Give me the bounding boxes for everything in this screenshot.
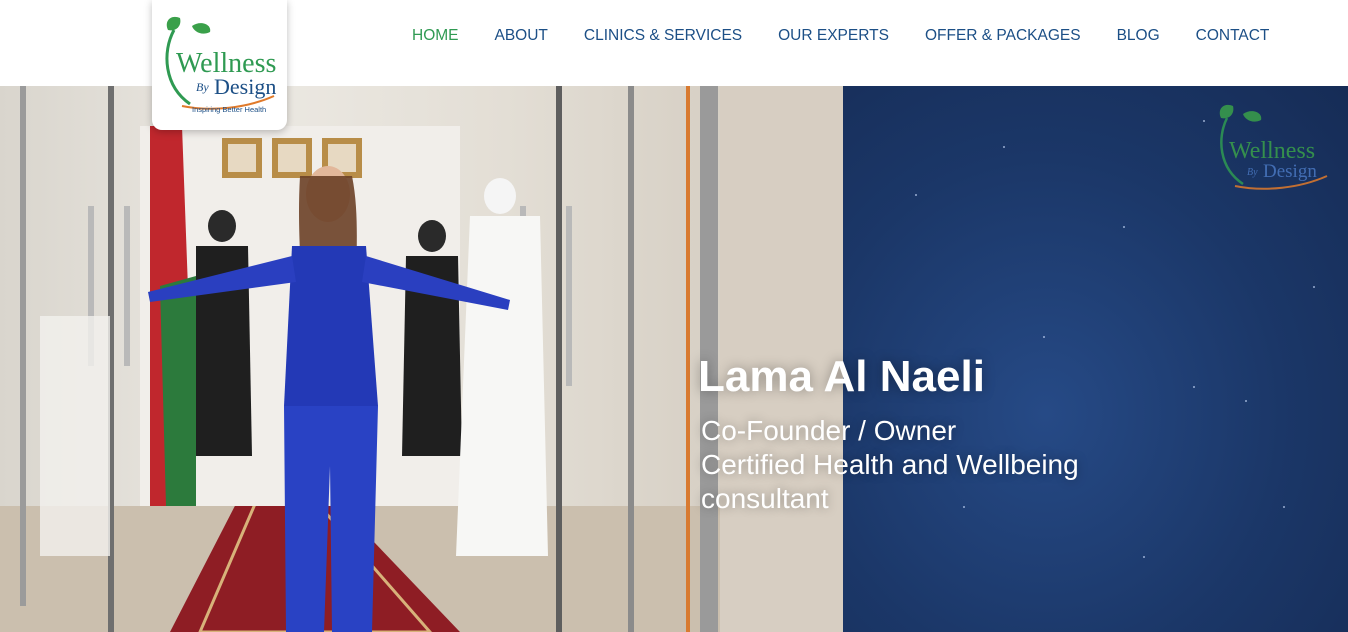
nav-our-experts[interactable]: OUR EXPERTS [760,24,907,48]
hero-video-banner[interactable]: Wellness By Design Lama Al Naeli Co-Foun… [0,86,1348,632]
leaf-icon [166,16,181,31]
watermark-logo-graphic: Wellness By Design [1219,104,1328,190]
role-line: Certified Health and Wellbeing [701,449,1079,480]
nav-blog[interactable]: BLOG [1099,24,1178,48]
watermark-design-text: Design [1263,161,1317,182]
logo-design-text: Design [214,74,276,99]
logo-tagline: Inspiring Better Health [192,105,266,114]
nav-clinics-services[interactable]: CLINICS & SERVICES [566,24,760,48]
nav-offer-packages[interactable]: OFFER & PACKAGES [907,24,1099,48]
wellness-by-design-logo: Wellness By Design Inspiring Better Heal… [165,16,276,114]
nav-contact[interactable]: CONTACT [1178,24,1288,48]
leaf-icon [192,23,211,34]
role-line: consultant [701,483,829,514]
leaf-icon [1219,104,1234,119]
leaf-icon [1243,111,1262,122]
watermark-by-text: By [1247,167,1258,178]
role-line: Co-Founder / Owner [701,415,957,446]
hero-person-role: Co-Founder / Owner Certified Health and … [701,414,1141,516]
main-navigation: HOME ABOUT CLINICS & SERVICES OUR EXPERT… [394,24,1287,48]
logo-by-text: By [196,80,209,94]
hero-person-name: Lama Al Naeli [698,352,985,401]
nav-about[interactable]: ABOUT [477,24,566,48]
site-header: Wellness By Design Inspiring Better Heal… [0,0,1348,130]
nav-home[interactable]: HOME [394,24,477,48]
watermark-logo: Wellness By Design [1215,102,1335,202]
site-logo[interactable]: Wellness By Design Inspiring Better Heal… [152,0,287,130]
